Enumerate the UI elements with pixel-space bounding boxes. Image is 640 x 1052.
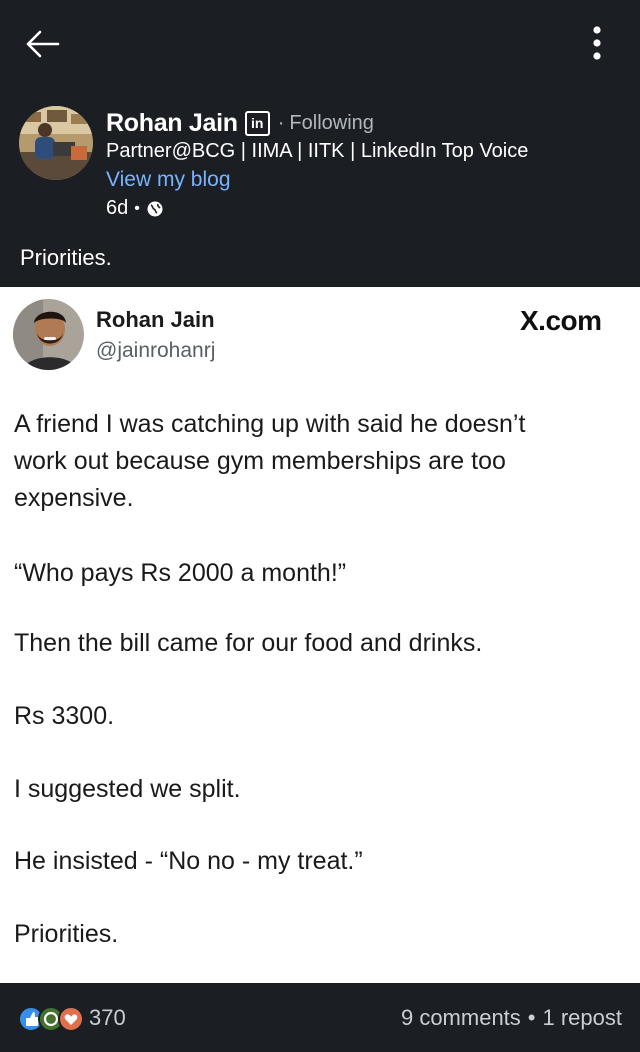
following-status[interactable]: Following	[289, 112, 373, 135]
view-blog-link[interactable]: View my blog	[106, 168, 231, 192]
post-author-header: Rohan Jain in · Following Partner@BCG | …	[0, 100, 640, 230]
engagement-separator: •	[527, 1005, 536, 1030]
post-caption: Priorities.	[20, 245, 112, 270]
linkedin-icon: in	[244, 110, 270, 136]
top-bar	[0, 0, 640, 90]
comments-count[interactable]: 9 comments	[401, 1005, 521, 1031]
more-options-icon[interactable]	[580, 22, 616, 66]
back-arrow-icon[interactable]	[20, 24, 64, 64]
separator-dot: ·	[277, 111, 285, 134]
author-headline: Partner@BCG | IIMA | IITK | LinkedIn Top…	[106, 140, 529, 162]
tweet-line: expensive.	[14, 484, 134, 512]
engagement-summary: 9 comments • 1 repost	[401, 1005, 622, 1031]
tweet-avatar	[13, 299, 84, 370]
meta-separator: •	[134, 199, 140, 217]
tweet-line: work out because gym memberships are too	[14, 447, 506, 475]
author-name-line: Rohan Jain in · Following	[106, 106, 374, 140]
x-logo: X.com	[520, 305, 602, 336]
tweet-line: Then the bill came for our food and drin…	[14, 629, 483, 657]
post-meta: 6d •	[106, 197, 164, 220]
tweet-line: Priorities.	[14, 920, 119, 948]
tweet-line: “Who pays Rs 2000 a month!”	[14, 559, 347, 587]
tweet-author-name: Rohan Jain	[96, 307, 215, 332]
repost-count[interactable]: 1 repost	[543, 1005, 623, 1031]
globe-icon	[147, 201, 163, 216]
post-age: 6d	[106, 197, 129, 219]
author-avatar[interactable]	[19, 106, 93, 180]
tweet-handle: @jainrohanrj	[96, 339, 216, 362]
social-footer: 370 9 comments • 1 repost	[0, 983, 640, 1052]
tweet-line: He insisted - “No no - my treat.”	[14, 847, 363, 875]
embedded-tweet-image[interactable]: Rohan Jain @jainrohanrj X.com A friend I…	[0, 287, 640, 983]
tweet-line: Rs 3300.	[14, 702, 115, 730]
tweet-line: A friend I was catching up with said he …	[14, 410, 526, 438]
tweet-line: I suggested we split.	[14, 775, 241, 803]
author-name[interactable]: Rohan Jain	[106, 109, 238, 138]
reaction-count[interactable]: 370	[89, 1005, 126, 1031]
reaction-icons[interactable]	[18, 1005, 84, 1033]
